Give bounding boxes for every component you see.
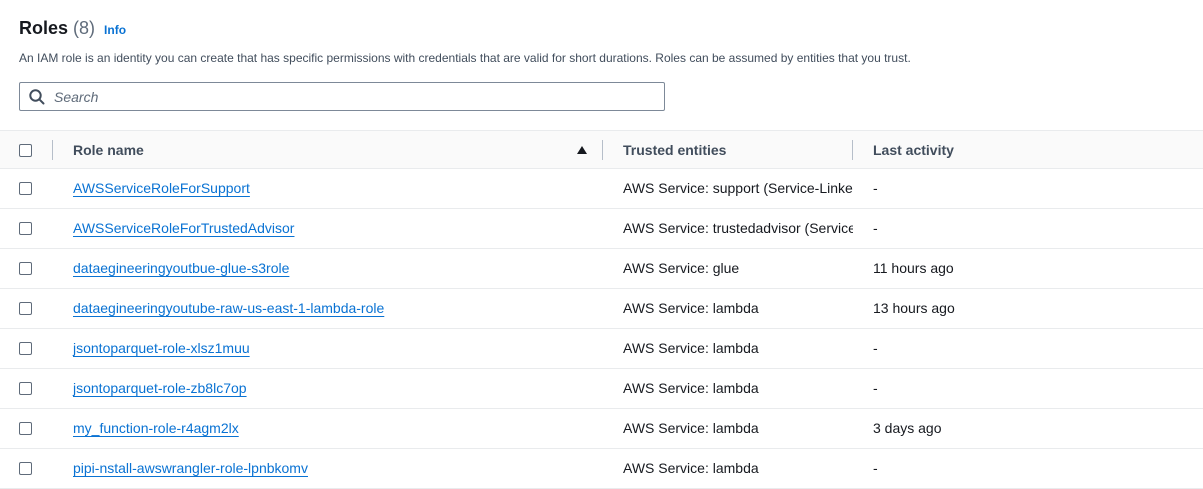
- search-icon: [28, 88, 46, 106]
- trusted-entity-text: AWS Service: lambda: [623, 420, 759, 436]
- role-name-link[interactable]: jsontoparquet-role-xlsz1muu: [73, 340, 250, 356]
- last-activity-cell: -: [873, 460, 878, 476]
- column-header-trusted-entities[interactable]: Trusted entities: [623, 142, 726, 158]
- trusted-entities-cell: AWS Service: lambda: [623, 420, 853, 436]
- trusted-entities-cell: AWS Service: support (Service-Linked: [623, 180, 853, 196]
- title-row: Roles (8) Info: [19, 18, 1203, 39]
- role-name-link[interactable]: AWSServiceRoleForTrustedAdvisor: [73, 220, 294, 236]
- last-activity-cell: 13 hours ago: [873, 300, 955, 316]
- row-checkbox[interactable]: [19, 382, 32, 395]
- trusted-entities-cell: AWS Service: lambda: [623, 340, 853, 356]
- trusted-entity-text: AWS Service: lambda: [623, 460, 759, 476]
- trusted-entities-cell: AWS Service: glue: [623, 260, 853, 276]
- last-activity-cell: -: [873, 180, 878, 196]
- column-header-last-activity[interactable]: Last activity: [873, 142, 954, 158]
- table-row: my_function-role-r4agm2lx AWS Service: la…: [0, 409, 1203, 449]
- roles-description: An IAM role is an identity you can creat…: [19, 51, 911, 65]
- trusted-entity-text: AWS Service: support: [623, 180, 764, 196]
- select-all-checkbox[interactable]: [19, 144, 32, 157]
- sort-ascending-icon[interactable]: [577, 146, 587, 154]
- service-linked-label[interactable]: (Service-Linked: [763, 180, 853, 196]
- search-input[interactable]: [54, 84, 664, 109]
- table-row: pipi-nstall-awswrangler-role-lpnbkomv AWS…: [0, 449, 1203, 489]
- column-divider[interactable]: [852, 140, 853, 160]
- trusted-entity-text: AWS Service: lambda: [623, 300, 759, 316]
- table-row: dataegineeringyoutube-raw-us-east-1-lamb…: [0, 289, 1203, 329]
- column-divider[interactable]: [602, 140, 603, 160]
- table-row: jsontoparquet-role-xlsz1muu AWS Service: …: [0, 329, 1203, 369]
- table-header: Role name Trusted entities Last activity: [0, 130, 1203, 169]
- role-name-link[interactable]: AWSServiceRoleForSupport: [73, 180, 250, 196]
- role-name-link[interactable]: dataegineeringyoutbue-glue-s3role: [73, 260, 289, 276]
- page-title: Roles: [19, 18, 69, 38]
- roles-table: Role name Trusted entities Last activity…: [0, 130, 1203, 489]
- info-link[interactable]: Info: [104, 23, 126, 37]
- trusted-entity-text: AWS Service: lambda: [623, 380, 759, 396]
- last-activity-cell: 3 days ago: [873, 420, 942, 436]
- service-linked-label[interactable]: (Service-: [804, 220, 853, 236]
- last-activity-cell: -: [873, 340, 878, 356]
- row-checkbox[interactable]: [19, 262, 32, 275]
- row-checkbox[interactable]: [19, 302, 32, 315]
- roles-count: (8): [73, 18, 96, 38]
- trusted-entities-cell: AWS Service: lambda: [623, 460, 853, 476]
- table-row: dataegineeringyoutbue-glue-s3role AWS Ser…: [0, 249, 1203, 289]
- row-checkbox[interactable]: [19, 342, 32, 355]
- roles-header: Roles (8) Info An IAM role is an identit…: [19, 18, 1203, 65]
- table-row: AWSServiceRoleForTrustedAdvisor AWS Servi…: [0, 209, 1203, 249]
- trusted-entity-text: AWS Service: lambda: [623, 340, 759, 356]
- trusted-entities-cell: AWS Service: lambda: [623, 380, 853, 396]
- search-box[interactable]: [19, 82, 665, 111]
- role-name-link[interactable]: dataegineeringyoutube-raw-us-east-1-lamb…: [73, 300, 384, 316]
- row-checkbox[interactable]: [19, 462, 32, 475]
- role-name-link[interactable]: my_function-role-r4agm2lx: [73, 420, 239, 436]
- role-name-link[interactable]: jsontoparquet-role-zb8lc7op: [73, 380, 247, 396]
- last-activity-cell: -: [873, 380, 878, 396]
- trusted-entity-text: AWS Service: glue: [623, 260, 740, 276]
- table-row: jsontoparquet-role-zb8lc7op AWS Service: …: [0, 369, 1203, 409]
- table-body: AWSServiceRoleForSupport AWS Service: sup…: [0, 169, 1203, 489]
- last-activity-cell: 11 hours ago: [873, 260, 954, 276]
- trusted-entity-text: AWS Service: trustedadvisor: [623, 220, 805, 236]
- row-checkbox[interactable]: [19, 222, 32, 235]
- column-header-role-name[interactable]: Role name: [73, 142, 144, 158]
- column-divider: [52, 140, 53, 160]
- last-activity-cell: -: [873, 220, 878, 236]
- role-name-link[interactable]: pipi-nstall-awswrangler-role-lpnbkomv: [73, 460, 308, 476]
- row-checkbox[interactable]: [19, 182, 32, 195]
- row-checkbox[interactable]: [19, 422, 32, 435]
- trusted-entities-cell: AWS Service: trustedadvisor (Service-: [623, 220, 853, 236]
- trusted-entities-cell: AWS Service: lambda: [623, 300, 853, 316]
- table-row: AWSServiceRoleForSupport AWS Service: sup…: [0, 169, 1203, 209]
